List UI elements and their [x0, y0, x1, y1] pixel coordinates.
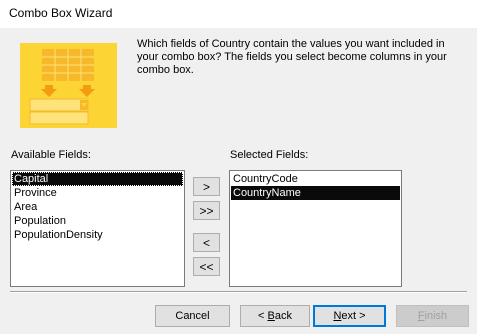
window-title: Combo Box Wizard: [9, 6, 113, 20]
list-item[interactable]: Area: [12, 200, 183, 214]
available-fields-list[interactable]: Capital Province Area Population Populat…: [10, 170, 185, 287]
back-button-prefix: <: [258, 310, 268, 322]
available-fields-label: Available Fields:: [11, 149, 91, 161]
back-button[interactable]: < Back: [240, 305, 310, 327]
back-button-rest: ack: [274, 310, 292, 322]
list-item[interactable]: Population: [12, 214, 183, 228]
wizard-prompt: Which fields of Country contain the valu…: [137, 38, 447, 76]
selected-fields-label: Selected Fields:: [230, 149, 309, 161]
next-button-hotkey: N: [333, 310, 342, 322]
title-bar: Combo Box Wizard: [0, 0, 477, 28]
list-item[interactable]: CountryCode: [231, 172, 400, 186]
finish-button[interactable]: Finish: [396, 305, 469, 327]
remove-field-button[interactable]: <: [193, 233, 220, 252]
list-item[interactable]: Province: [12, 186, 183, 200]
add-all-fields-button[interactable]: >>: [193, 201, 220, 220]
footer-separator: [10, 291, 467, 293]
remove-all-fields-button[interactable]: <<: [193, 257, 220, 276]
selected-fields-list[interactable]: CountryCode CountryName: [229, 170, 402, 287]
list-item[interactable]: CountryName: [231, 186, 400, 200]
list-item[interactable]: Capital: [12, 172, 183, 186]
back-button-hotkey: B: [267, 310, 275, 322]
next-button-rest: ext >: [341, 310, 366, 322]
finish-button-rest: inish: [424, 310, 448, 322]
wizard-illustration: [20, 43, 117, 128]
cancel-button[interactable]: Cancel: [155, 305, 230, 327]
list-item[interactable]: PopulationDensity: [12, 228, 183, 242]
add-field-button[interactable]: >: [193, 177, 220, 196]
finish-button-hotkey: F: [417, 310, 425, 322]
next-button[interactable]: Next >: [313, 305, 386, 327]
